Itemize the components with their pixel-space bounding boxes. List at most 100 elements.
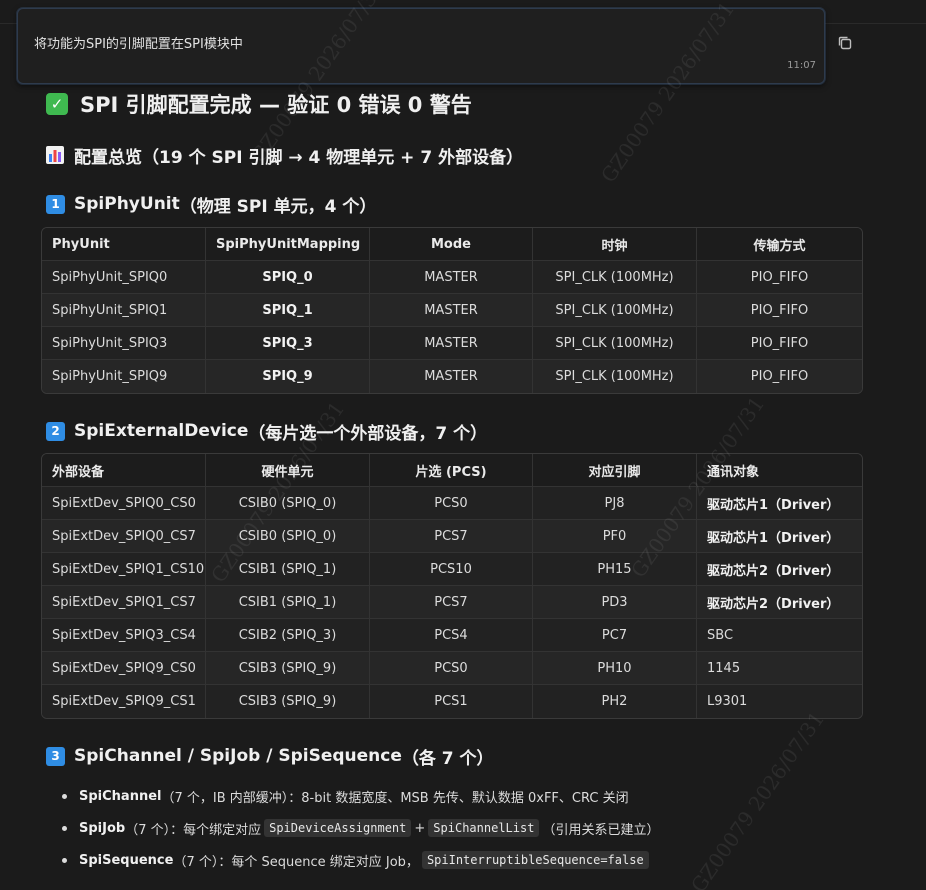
table-row: SpiExtDev_SPIQ3_CS4 CSIB2 (SPIQ_3) PCS4 …	[42, 619, 862, 652]
column-header: 时钟	[533, 228, 697, 261]
table-cell: SPIQ_9	[206, 360, 370, 393]
table-cell: PCS0	[370, 652, 533, 685]
table-row: SpiExtDev_SPIQ1_CS10 CSIB1 (SPIQ_1) PCS1…	[42, 553, 862, 586]
table-row: SpiPhyUnit_SPIQ1 SPIQ_1 MASTER SPI_CLK (…	[42, 294, 862, 327]
table-cell: CSIB3 (SPIQ_9)	[206, 685, 370, 718]
section2-heading: 2 SpiExternalDevice （每片选一个外部设备，7 个）	[46, 418, 487, 444]
inline-code: SpiInterruptibleSequence=false	[421, 851, 649, 869]
column-header: 外部设备	[42, 454, 206, 487]
table-cell: CSIB2 (SPIQ_3)	[206, 619, 370, 652]
bar-chart-icon	[46, 146, 64, 164]
section1-detail: （物理 SPI 单元，4 个）	[179, 196, 377, 217]
list-item-label: SpiChannel	[79, 788, 162, 804]
section2-name: SpiExternalDevice	[74, 421, 249, 441]
number-three-icon: 3	[46, 746, 65, 766]
table-cell: SpiExtDev_SPIQ3_CS4	[42, 619, 206, 652]
column-header: 片选 (PCS)	[370, 454, 533, 487]
table-cell: L9301	[697, 685, 862, 718]
user-message-time: 11:07	[787, 60, 816, 71]
table-cell: PCS4	[370, 619, 533, 652]
table-cell: SpiExtDev_SPIQ0_CS0	[42, 487, 206, 520]
inline-code: SpiChannelList	[428, 819, 540, 837]
table-cell: SpiExtDev_SPIQ9_CS0	[42, 652, 206, 685]
table-cell: MASTER	[370, 327, 533, 360]
table-cell: SpiExtDev_SPIQ1_CS7	[42, 586, 206, 619]
list-item-label: SpiJob	[79, 820, 126, 836]
result-title: ✓ SPI 引脚配置完成 — 验证 0 错误 0 警告	[46, 88, 472, 120]
table-header-row: 外部设备 硬件单元 片选 (PCS) 对应引脚 通讯对象	[42, 454, 862, 487]
phy-unit-table: PhyUnit SpiPhyUnitMapping Mode 时钟 传输方式 S…	[41, 227, 863, 394]
table-cell: SPIQ_0	[206, 261, 370, 294]
watermark: GZ00079 2026/07/31	[686, 707, 830, 890]
table-cell: 驱动芯片2（Driver）	[697, 586, 862, 619]
table-cell: CSIB0 (SPIQ_0)	[206, 487, 370, 520]
table-cell: SPI_CLK (100MHz)	[533, 360, 697, 393]
table-cell: 1145	[697, 652, 862, 685]
overview-detail: （19 个 SPI 引脚 → 4 物理单元 + 7 外部设备）	[142, 147, 524, 168]
table-cell: PJ8	[533, 487, 697, 520]
table-cell: PH2	[533, 685, 697, 718]
result-title-text: SPI 引脚配置完成 — 验证 0 错误 0 警告	[80, 93, 472, 117]
table-cell: PCS7	[370, 586, 533, 619]
table-cell: CSIB0 (SPIQ_0)	[206, 520, 370, 553]
list-item-text: +	[414, 820, 426, 836]
section3-name: SpiChannel / SpiJob / SpiSequence	[74, 746, 402, 766]
list-item: SpiSequence （7 个）：每个 Sequence 绑定对应 Job， Sp…	[62, 844, 659, 876]
section1-name: SpiPhyUnit	[74, 194, 180, 214]
table-row: SpiExtDev_SPIQ9_CS0 CSIB3 (SPIQ_9) PCS0 …	[42, 652, 862, 685]
column-header: SpiPhyUnitMapping	[206, 228, 370, 261]
list-item: SpiJob （7 个）：每个绑定对应 SpiDeviceAssignment + Sp…	[62, 812, 659, 844]
table-cell: PCS1	[370, 685, 533, 718]
table-cell: PCS0	[370, 487, 533, 520]
table-row: SpiPhyUnit_SPIQ9 SPIQ_9 MASTER SPI_CLK (…	[42, 360, 862, 393]
column-header: Mode	[370, 228, 533, 261]
table-cell: CSIB1 (SPIQ_1)	[206, 586, 370, 619]
copy-icon[interactable]	[836, 34, 854, 52]
table-row: SpiExtDev_SPIQ1_CS7 CSIB1 (SPIQ_1) PCS7 …	[42, 586, 862, 619]
overview-label: 配置总览	[74, 147, 142, 168]
table-cell: PIO_FIFO	[697, 360, 862, 393]
table-cell: CSIB1 (SPIQ_1)	[206, 553, 370, 586]
table-cell: SBC	[697, 619, 862, 652]
list-item-text: （7 个）：每个绑定对应	[125, 822, 262, 838]
column-header: 对应引脚	[533, 454, 697, 487]
column-header: 硬件单元	[206, 454, 370, 487]
table-cell: SpiExtDev_SPIQ1_CS10	[42, 553, 206, 586]
table-row: SpiExtDev_SPIQ0_CS7 CSIB0 (SPIQ_0) PCS7 …	[42, 520, 862, 553]
number-one-icon: 1	[46, 194, 65, 214]
table-cell: SPI_CLK (100MHz)	[533, 327, 697, 360]
column-header: 通讯对象	[697, 454, 862, 487]
table-cell: PIO_FIFO	[697, 327, 862, 360]
table-cell: SpiPhyUnit_SPIQ3	[42, 327, 206, 360]
table-row: SpiPhyUnit_SPIQ3 SPIQ_3 MASTER SPI_CLK (…	[42, 327, 862, 360]
inline-code: SpiDeviceAssignment	[264, 819, 412, 837]
table-cell: MASTER	[370, 360, 533, 393]
table-cell: SPI_CLK (100MHz)	[533, 261, 697, 294]
table-cell: 驱动芯片1（Driver）	[697, 487, 862, 520]
chat-page: 将功能为SPI的引脚配置在SPI模块中 11:07 ✓ SPI 引脚配置完成 —…	[0, 0, 926, 890]
table-cell: 驱动芯片2（Driver）	[697, 553, 862, 586]
table-cell: SPIQ_1	[206, 294, 370, 327]
table-cell: SpiExtDev_SPIQ0_CS7	[42, 520, 206, 553]
table-cell: PH15	[533, 553, 697, 586]
table-cell: PCS7	[370, 520, 533, 553]
section2-detail: （每片选一个外部设备，7 个）	[248, 423, 488, 444]
table-cell: CSIB3 (SPIQ_9)	[206, 652, 370, 685]
user-message-bubble: 将功能为SPI的引脚配置在SPI模块中 11:07	[17, 8, 825, 84]
table-cell: SpiPhyUnit_SPIQ0	[42, 261, 206, 294]
summary-list: SpiChannel （7 个，IB 内部缓冲）：8-bit 数据宽度、MSB 先…	[62, 780, 659, 876]
list-item-label: SpiSequence	[79, 852, 174, 868]
user-message-text: 将功能为SPI的引脚配置在SPI模块中	[34, 37, 243, 52]
section1-heading: 1 SpiPhyUnit （物理 SPI 单元，4 个）	[46, 191, 376, 217]
table-cell: PC7	[533, 619, 697, 652]
table-cell: SpiPhyUnit_SPIQ1	[42, 294, 206, 327]
table-cell: SpiExtDev_SPIQ9_CS1	[42, 685, 206, 718]
table-cell: MASTER	[370, 294, 533, 327]
number-two-icon: 2	[46, 421, 65, 441]
table-cell: SpiPhyUnit_SPIQ9	[42, 360, 206, 393]
table-cell: PIO_FIFO	[697, 294, 862, 327]
table-cell: PCS10	[370, 553, 533, 586]
table-row: SpiExtDev_SPIQ0_CS0 CSIB0 (SPIQ_0) PCS0 …	[42, 487, 862, 520]
table-cell: PIO_FIFO	[697, 261, 862, 294]
column-header: 传输方式	[697, 228, 862, 261]
